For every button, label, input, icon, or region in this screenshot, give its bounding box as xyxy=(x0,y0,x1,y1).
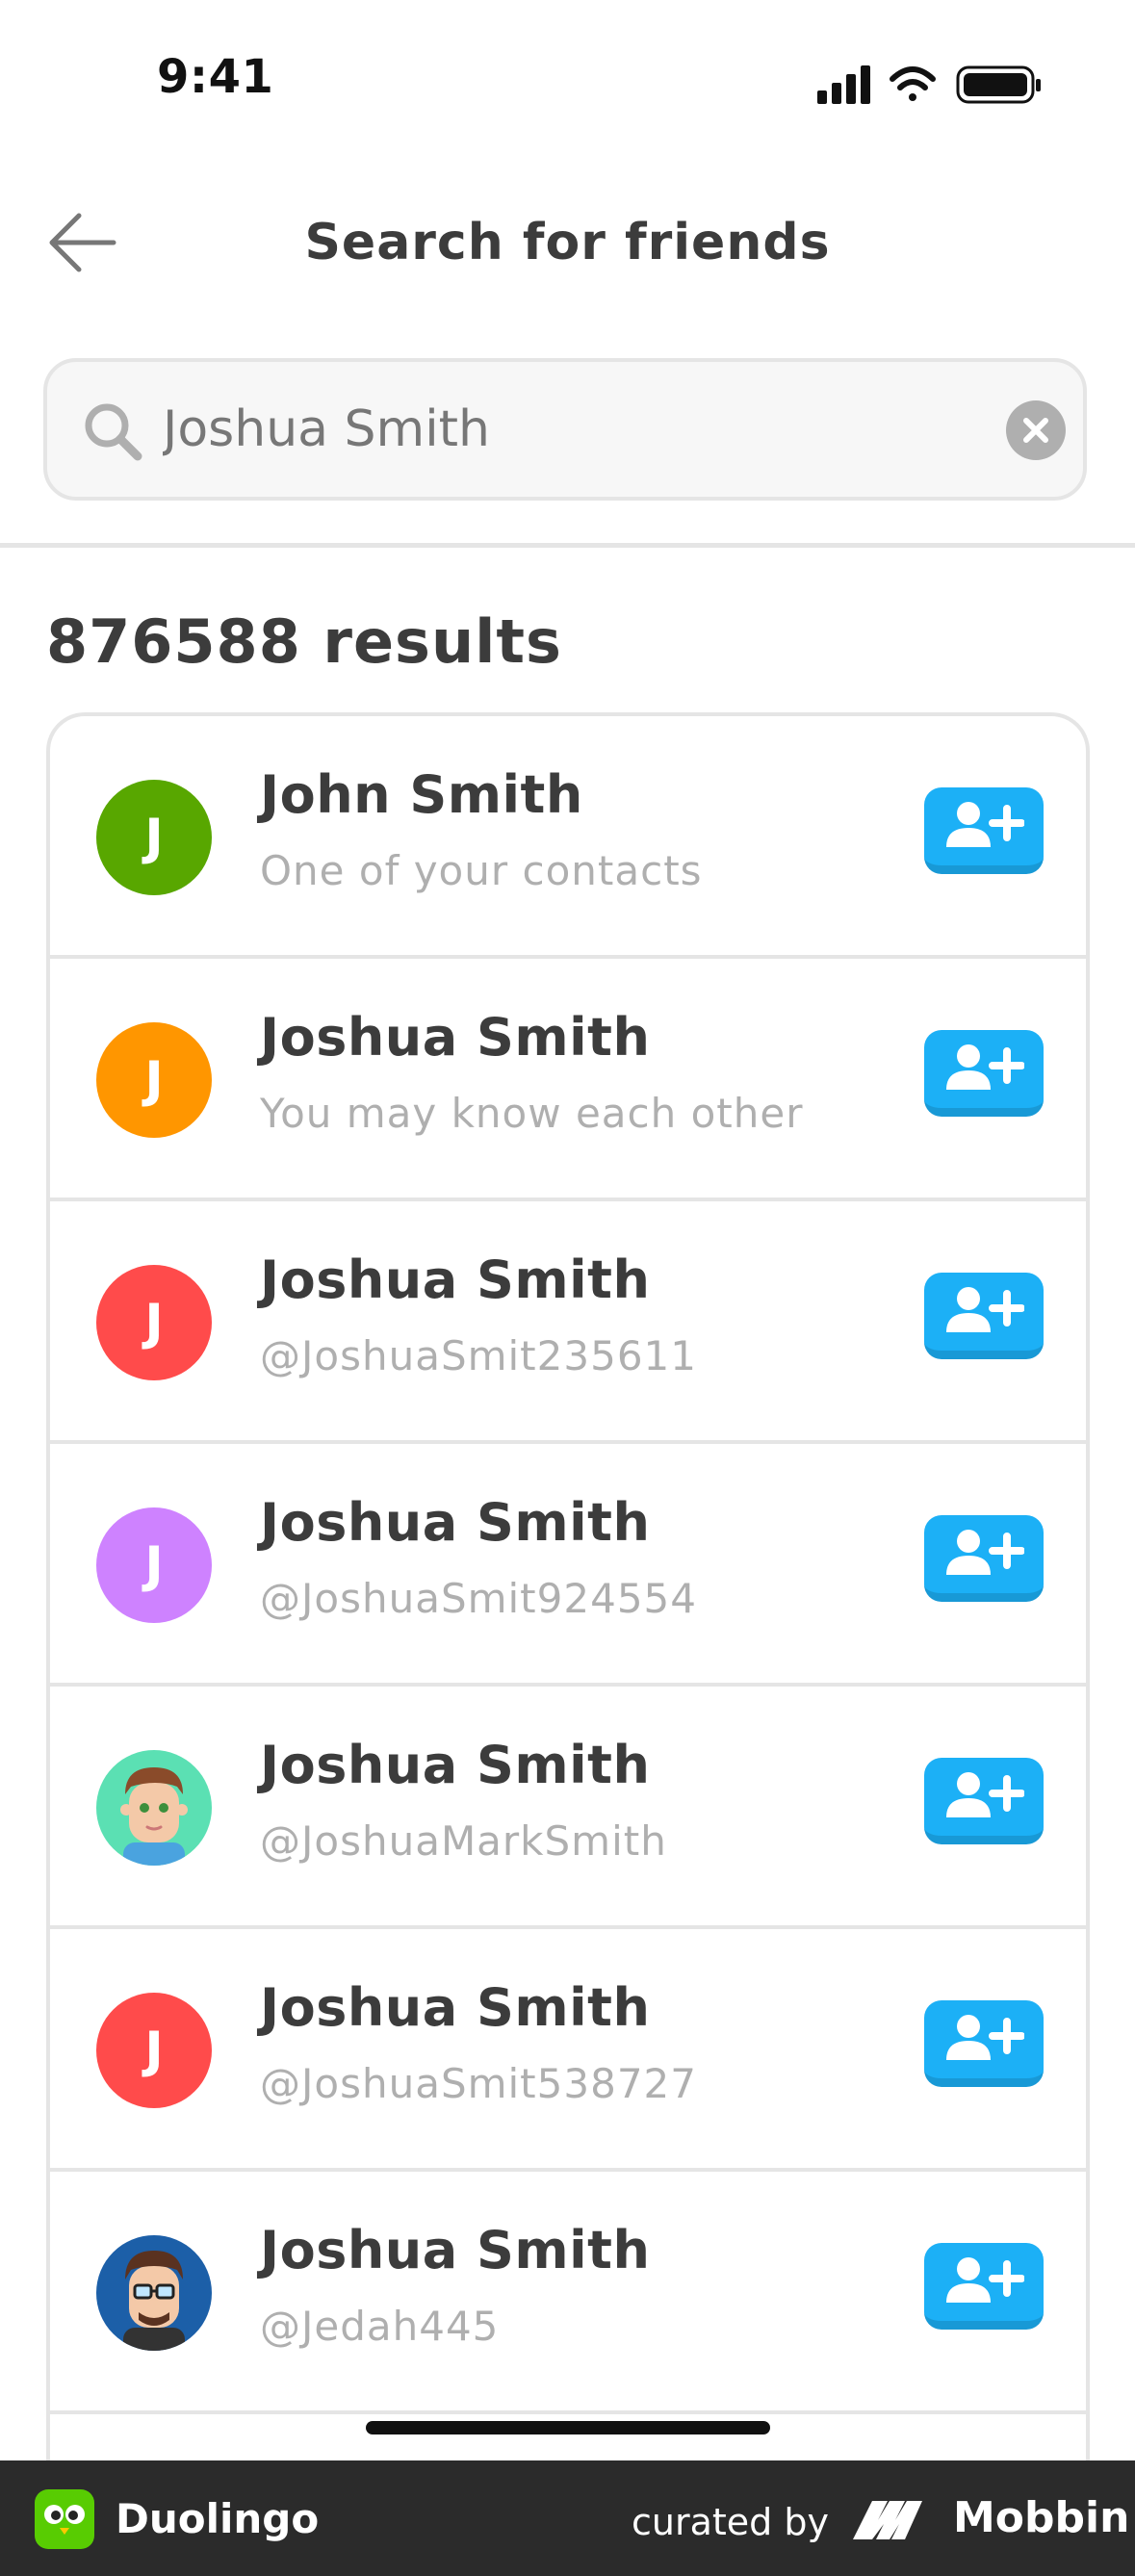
avatar xyxy=(96,1750,212,1866)
friend-subtitle: @JoshuaSmit235611 xyxy=(260,1332,697,1379)
curated-by-label: curated by xyxy=(632,2501,829,2543)
add-friend-icon xyxy=(946,1772,1024,1817)
add-friend-icon xyxy=(946,2015,1024,2060)
add-friend-button[interactable] xyxy=(924,1515,1044,1602)
avatar: J xyxy=(96,1265,212,1380)
list-item[interactable]: J Joshua Smith You may know each other xyxy=(50,959,1086,1201)
friend-name: Joshua Smith xyxy=(260,2220,651,2280)
friend-subtitle: @Jedah445 xyxy=(260,2303,500,2350)
friend-name: John Smith xyxy=(260,764,583,825)
results-list: J John Smith One of your contacts J Josh… xyxy=(46,712,1090,2464)
avatar-initial: J xyxy=(144,1536,164,1594)
friend-name: Joshua Smith xyxy=(260,1492,651,1553)
footer-bar: Duolingo curated by Mobbin xyxy=(0,2460,1135,2576)
add-friend-button[interactable] xyxy=(924,2243,1044,2330)
page-title: Search for friends xyxy=(304,214,831,271)
friend-name: Joshua Smith xyxy=(260,1977,651,2038)
friend-subtitle: @JoshuaSmit538727 xyxy=(260,2060,697,2107)
clear-search-button[interactable] xyxy=(1006,400,1066,460)
avatar-initial: J xyxy=(144,809,164,866)
list-item[interactable]: J Joshua Smith @JoshuaSmit538727 xyxy=(50,1929,1086,2172)
mobbin-brand: Mobbin xyxy=(953,2493,1130,2542)
avatar: J xyxy=(96,1993,212,2108)
friend-name: Joshua Smith xyxy=(260,1249,651,1310)
duolingo-logo-icon xyxy=(35,2489,94,2549)
add-friend-icon xyxy=(946,1530,1024,1575)
wifi-icon xyxy=(890,66,936,101)
friend-subtitle: One of your contacts xyxy=(260,847,703,894)
friend-subtitle: @JoshuaSmit924554 xyxy=(260,1575,697,1622)
home-indicator xyxy=(366,2421,770,2434)
avatar xyxy=(96,2235,212,2351)
avatar-initial: J xyxy=(144,1294,164,1352)
search-icon xyxy=(85,403,142,461)
avatar-initial: J xyxy=(144,1051,164,1109)
results-count: 876588 results xyxy=(46,606,562,677)
avatar-illustration xyxy=(123,2251,185,2351)
list-item[interactable]: J Joshua Smith @JoshuaSmit235611 xyxy=(50,1201,1086,1444)
add-friend-icon xyxy=(946,1287,1024,1332)
add-friend-button[interactable] xyxy=(924,787,1044,874)
search-bar[interactable] xyxy=(43,358,1087,501)
add-friend-icon xyxy=(946,1044,1024,1090)
divider xyxy=(0,543,1135,548)
signal-icon xyxy=(817,65,870,104)
add-friend-button[interactable] xyxy=(924,1758,1044,1844)
add-friend-button[interactable] xyxy=(924,2000,1044,2087)
avatar-initial: J xyxy=(144,2022,164,2079)
friend-name: Joshua Smith xyxy=(260,1007,651,1068)
avatar: J xyxy=(96,780,212,895)
avatar: J xyxy=(96,1022,212,1138)
friend-subtitle: You may know each other xyxy=(260,1090,804,1137)
clear-icon xyxy=(1023,418,1048,443)
app-name: Duolingo xyxy=(116,2495,320,2542)
friend-name: Joshua Smith xyxy=(260,1735,651,1795)
avatar-illustration xyxy=(120,1767,188,1866)
battery-icon xyxy=(956,65,1041,104)
add-friend-button[interactable] xyxy=(924,1273,1044,1359)
status-icons xyxy=(817,65,1041,104)
avatar: J xyxy=(96,1507,212,1623)
list-item[interactable]: J Joshua Smith @JoshuaSmit924554 xyxy=(50,1444,1086,1687)
list-item[interactable]: Joshua Smith @JoshuaMarkSmith xyxy=(50,1687,1086,1929)
friend-subtitle: @JoshuaMarkSmith xyxy=(260,1817,667,1865)
add-friend-icon xyxy=(946,2257,1024,2303)
status-time: 9:41 xyxy=(157,50,274,104)
add-friend-icon xyxy=(946,802,1024,847)
list-item[interactable]: J John Smith One of your contacts xyxy=(50,716,1086,959)
mobbin-logo-icon xyxy=(853,2501,922,2539)
add-friend-button[interactable] xyxy=(924,1030,1044,1117)
search-input[interactable] xyxy=(163,389,1010,470)
list-item[interactable]: Joshua Smith @Jedah445 xyxy=(50,2172,1086,2414)
